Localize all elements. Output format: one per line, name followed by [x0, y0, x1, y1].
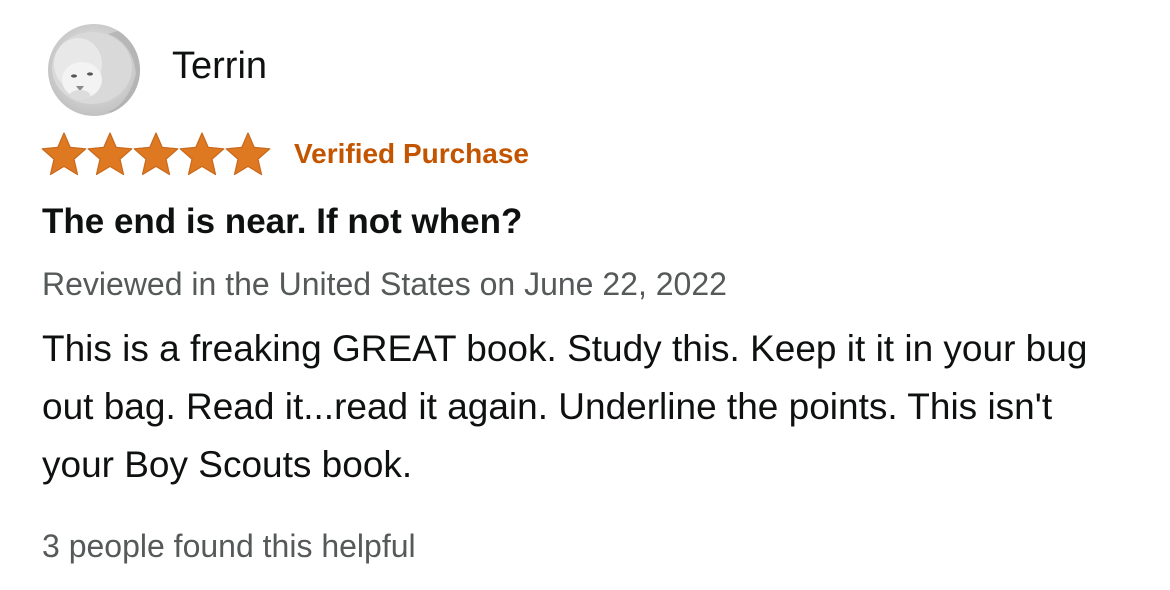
customer-review: Terrin Verified Purchase The end is near… [0, 0, 1170, 590]
lion-avatar-icon [48, 24, 140, 116]
star-icon [133, 132, 179, 176]
star-rating[interactable] [40, 131, 271, 177]
rating-row: Verified Purchase [40, 130, 529, 178]
review-date: Reviewed in the United States on June 22… [42, 266, 727, 302]
helpful-count: 3 people found this helpful [42, 528, 416, 564]
review-body: This is a freaking GREAT book. Study thi… [42, 328, 1088, 485]
star-icon [41, 132, 87, 176]
verified-purchase-badge: Verified Purchase [294, 138, 530, 169]
review-title[interactable]: The end is near. If not when? [42, 202, 522, 242]
reviewer-profile[interactable]: Terrin [48, 24, 267, 116]
star-icon [87, 132, 133, 176]
reviewer-name[interactable]: Terrin [172, 45, 267, 88]
star-icon [179, 132, 225, 176]
avatar[interactable] [48, 24, 140, 116]
star-icon [225, 132, 271, 176]
